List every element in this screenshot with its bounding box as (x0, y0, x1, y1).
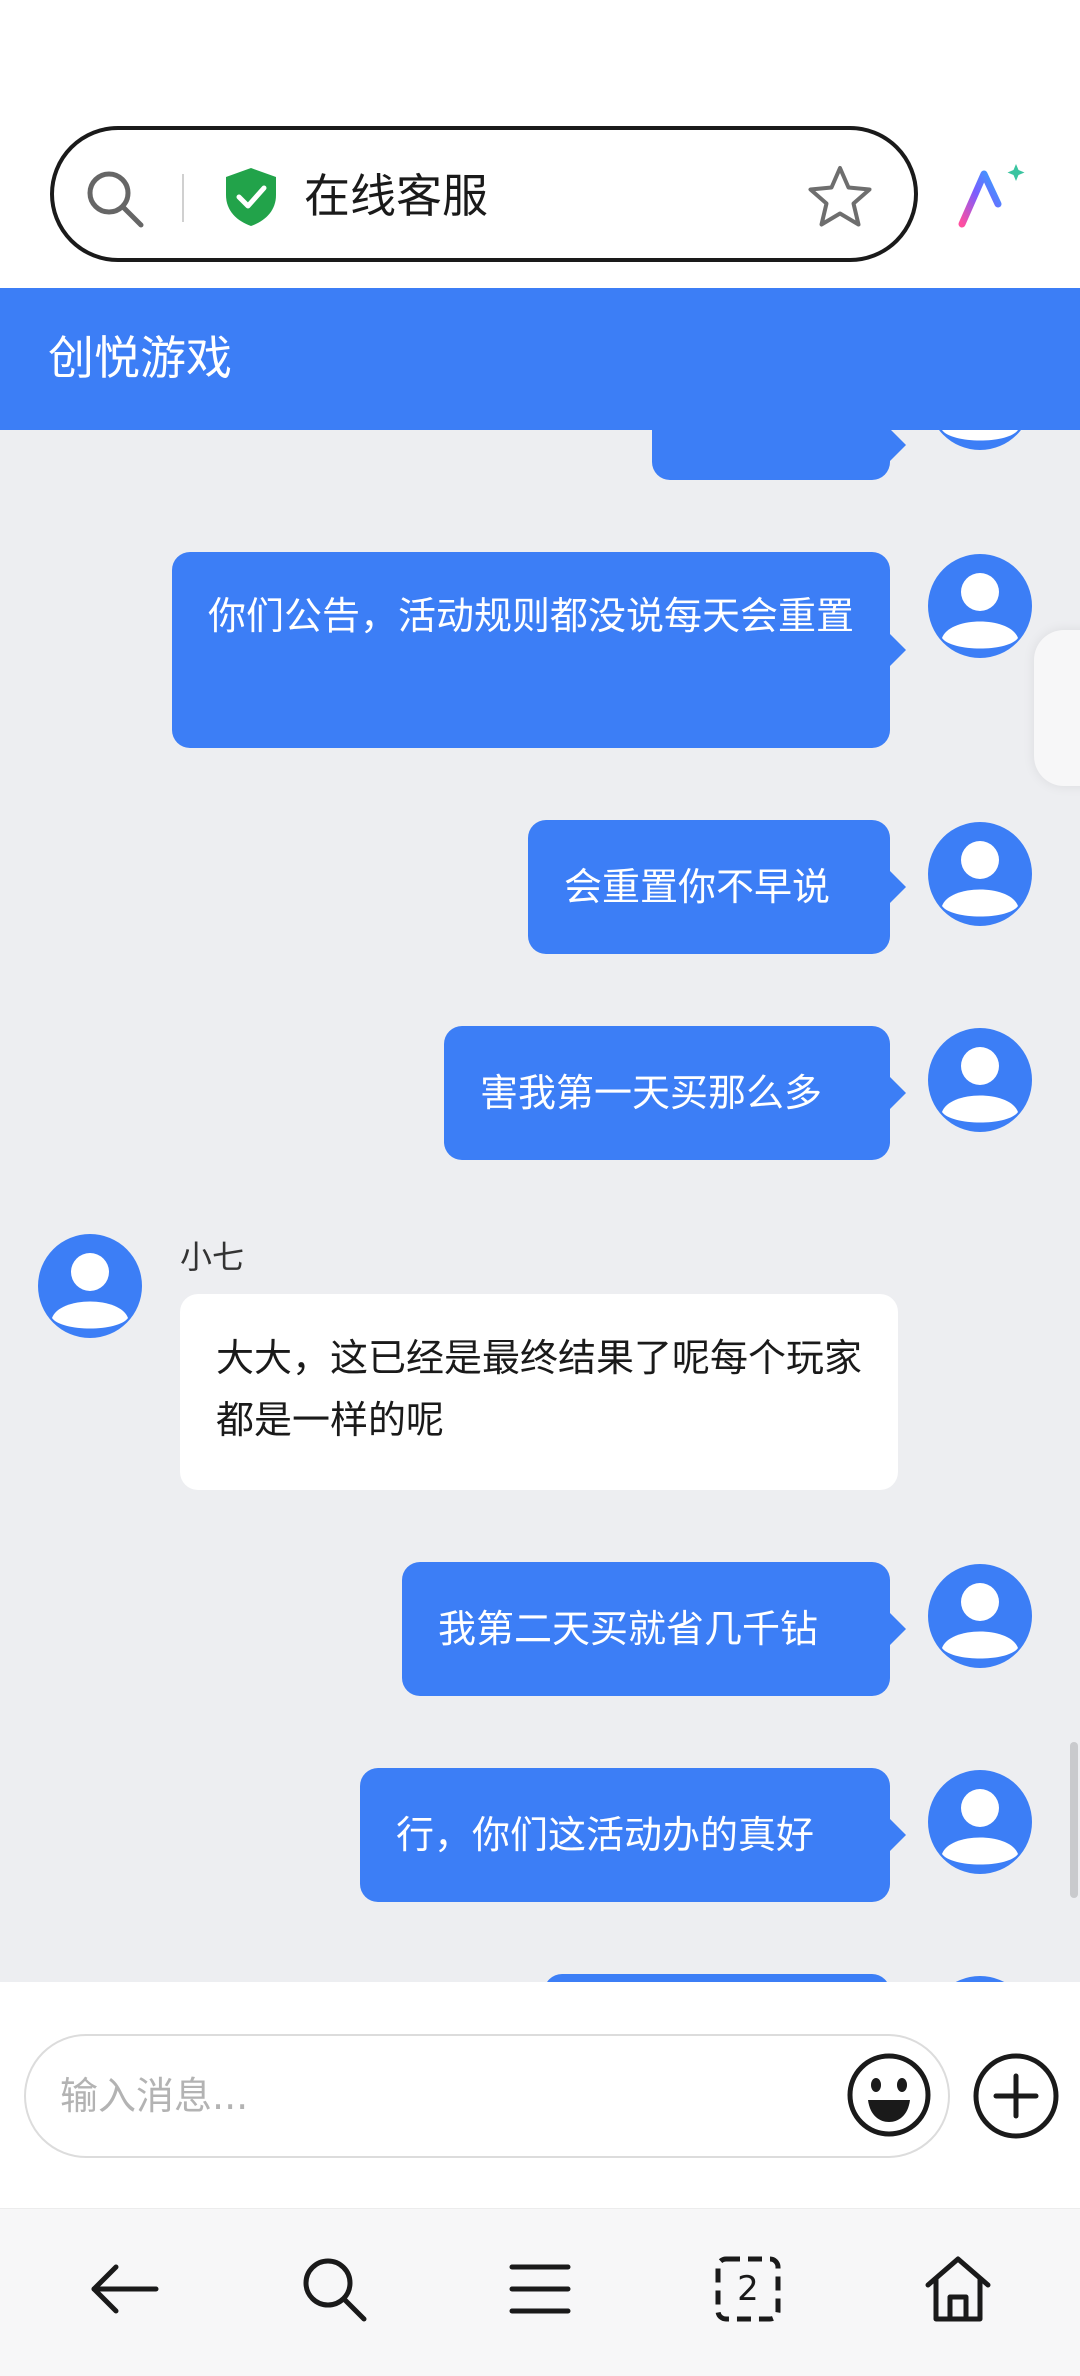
shield-check-icon (226, 168, 276, 226)
user-avatar (928, 822, 1032, 926)
user-avatar (928, 554, 1032, 658)
site-header: 创悦游戏 (0, 288, 1080, 430)
ai-assistant-icon[interactable] (956, 160, 1028, 232)
user-avatar (928, 1028, 1032, 1132)
message-text: 大大，这已经是最终结果了呢每个玩家都是一样的呢 (216, 1336, 863, 1442)
menu-icon (509, 2264, 571, 2314)
user-avatar (939, 430, 1021, 450)
message-bubble-partial (652, 430, 906, 480)
user-avatar (928, 1564, 1032, 1668)
star-icon[interactable] (806, 164, 874, 230)
search-button[interactable] (296, 2251, 372, 2327)
search-icon[interactable] (84, 168, 146, 230)
plus-icon[interactable] (972, 2052, 1060, 2140)
address-bar[interactable]: 在线客服 (50, 126, 918, 262)
address-separator (182, 174, 184, 222)
home-icon (925, 2256, 991, 2322)
message-bubble-user: 你们公告，活动规则都没说每天会重置 (172, 552, 906, 748)
back-button[interactable] (86, 2251, 162, 2327)
message-bubble-user: 害我第一天买那么多 (444, 1026, 906, 1160)
emoji-icon[interactable] (846, 2052, 932, 2138)
agent-name: 小七 (180, 1238, 245, 1276)
message-text: 你们公告，活动规则都没说每天会重置 (208, 594, 855, 638)
side-panel-handle[interactable] (1034, 630, 1080, 786)
message-bubble-user: 行，你们这活动办的真好 (360, 1768, 906, 1902)
search-icon (303, 2258, 367, 2322)
message-input[interactable] (24, 2034, 950, 2158)
chat-area[interactable]: 你们公告，活动规则都没说每天会重置 会重置你不早说 害我第一天买那么多 小七 大… (0, 430, 1080, 1982)
site-title: 创悦游戏 (48, 331, 232, 385)
message-bubble-partial (544, 1974, 890, 1982)
agent-avatar (38, 1234, 142, 1338)
user-avatar (955, 1976, 1005, 1982)
message-bubble-agent: 大大，这已经是最终结果了呢每个玩家都是一样的呢 (180, 1294, 898, 1490)
menu-button[interactable] (502, 2251, 578, 2327)
message-bubble-user: 我第二天买就省几千钻 (402, 1562, 906, 1696)
message-bubble-user: 会重置你不早说 (528, 820, 906, 954)
message-text: 行，你们这活动办的真好 (396, 1813, 815, 1857)
address-title[interactable]: 在线客服 (304, 160, 488, 232)
message-text: 害我第一天买那么多 (480, 1071, 823, 1115)
home-button[interactable] (920, 2251, 996, 2327)
browser-top-bar: 在线客服 (0, 0, 1080, 288)
message-input-bar (0, 1982, 1080, 2208)
message-text: 我第二天买就省几千钻 (438, 1607, 819, 1651)
tab-count: 2 (737, 2269, 759, 2309)
tabs-button[interactable]: 2 (710, 2251, 786, 2327)
bottom-navigation: 2 (0, 2208, 1080, 2376)
back-arrow-icon (91, 2264, 159, 2314)
message-text: 会重置你不早说 (564, 865, 831, 909)
user-avatar (928, 1770, 1032, 1874)
scrollbar-thumb[interactable] (1070, 1742, 1078, 1898)
